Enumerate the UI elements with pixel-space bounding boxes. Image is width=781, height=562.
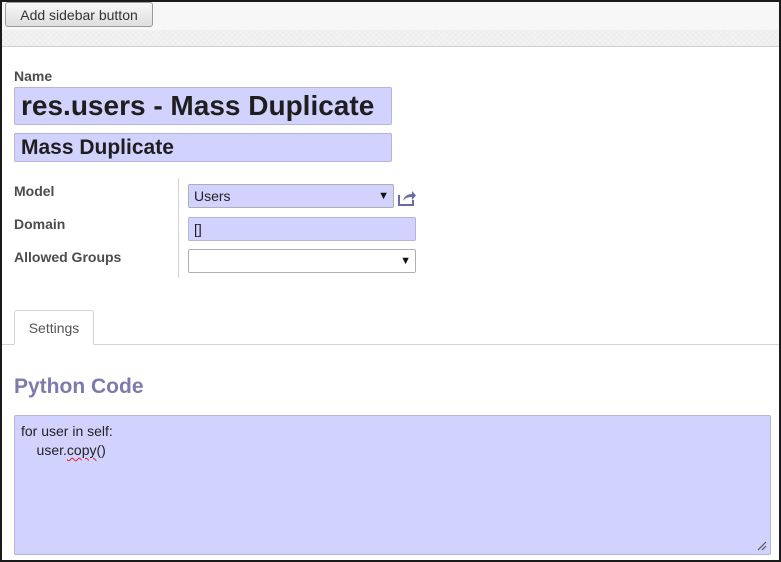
code-indent: user.	[21, 442, 67, 458]
domain-label: Domain	[14, 216, 66, 232]
python-code-editor[interactable]: for user in self: user.copy()	[14, 415, 771, 555]
code-line: user.copy()	[21, 441, 764, 460]
external-link-icon[interactable]	[397, 189, 417, 207]
section-title: Python Code	[14, 375, 144, 398]
subtitle-input[interactable]: Mass Duplicate	[14, 133, 392, 162]
model-label: Model	[14, 183, 55, 199]
name-input[interactable]: res.users - Mass Duplicate	[14, 87, 392, 125]
add-sidebar-button[interactable]: Add sidebar button	[5, 2, 153, 27]
tab-settings[interactable]: Settings	[14, 310, 94, 345]
toolbar: Add sidebar button	[2, 2, 779, 47]
resize-grip-icon[interactable]	[755, 539, 767, 551]
name-label: Name	[14, 68, 53, 84]
tabs-divider	[2, 344, 779, 345]
spellcheck-word: copy	[66, 442, 97, 458]
label-divider	[178, 178, 179, 278]
form-window: Add sidebar button Name res.users - Mass…	[0, 0, 781, 562]
model-select[interactable]: Users ▼	[188, 184, 394, 208]
allowed-groups-label: Allowed Groups	[14, 249, 122, 265]
code-tail: ()	[96, 442, 106, 458]
allowed-groups-select[interactable]: ▼	[188, 249, 416, 273]
model-select-value: Users	[194, 188, 231, 204]
dropdown-arrow-icon: ▼	[378, 190, 389, 202]
dropdown-arrow-icon: ▼	[400, 255, 411, 267]
code-line: for user in self:	[21, 423, 113, 439]
domain-input[interactable]: []	[188, 217, 416, 241]
